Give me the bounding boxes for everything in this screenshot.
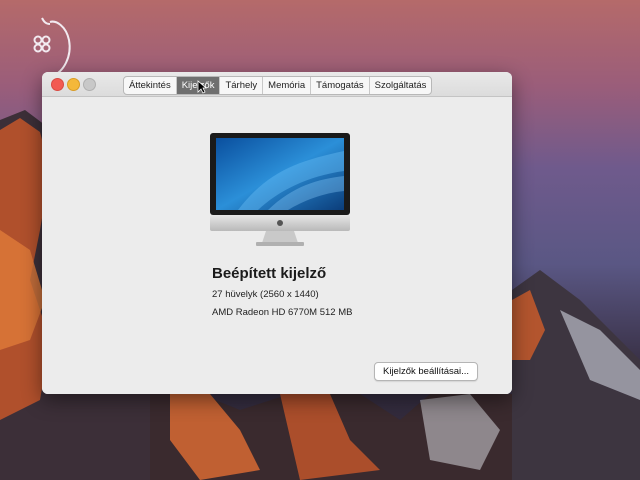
- title-bar: Áttekintés Kijelzők Tárhely Memória Támo…: [42, 72, 512, 97]
- about-this-mac-window: Áttekintés Kijelzők Tárhely Memória Támo…: [42, 72, 512, 394]
- close-button[interactable]: [51, 78, 64, 91]
- zoom-button[interactable]: [83, 78, 96, 91]
- tab-bar: Áttekintés Kijelzők Tárhely Memória Támo…: [123, 76, 433, 95]
- display-title: Beépített kijelző: [212, 265, 327, 282]
- tab-storage[interactable]: Tárhely: [220, 77, 264, 94]
- display-preferences-button[interactable]: Kijelzők beállításai...: [374, 362, 479, 381]
- graphics-card: AMD Radeon HD 6770M 512 MB: [212, 307, 353, 318]
- minimize-button[interactable]: [67, 78, 80, 91]
- display-size-resolution: 27 hüvelyk (2560 x 1440): [212, 289, 319, 300]
- mouse-cursor-icon: [197, 80, 207, 94]
- tab-support[interactable]: Támogatás: [311, 77, 370, 94]
- tab-service[interactable]: Szolgáltatás: [370, 77, 432, 94]
- tab-overview[interactable]: Áttekintés: [124, 77, 177, 94]
- tab-memory[interactable]: Memória: [263, 77, 312, 94]
- imac-icon: [210, 133, 350, 246]
- displays-panel: Beépített kijelző 27 hüvelyk (2560 x 144…: [42, 97, 512, 394]
